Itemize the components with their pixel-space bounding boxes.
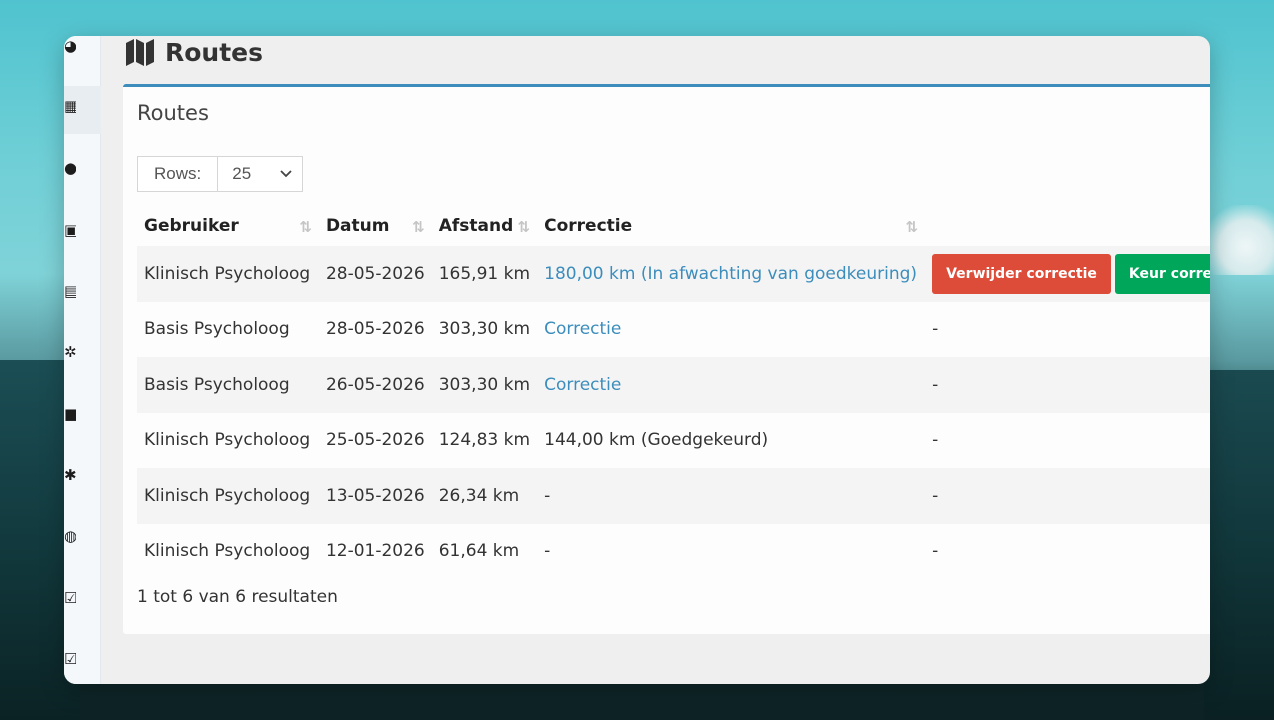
sort-icon: ⇅	[905, 218, 919, 236]
cell-date: 28-05-2026	[318, 246, 432, 302]
table-header-row: Gebruiker ⇅ Datum ⇅ Afstand ⇅ Correctie …	[137, 206, 1210, 246]
chevron-down-icon	[280, 170, 292, 178]
sort-icon: ⇅	[299, 218, 312, 236]
cell-actions: -	[925, 468, 1210, 524]
cell-distance: 165,91 km	[431, 246, 538, 302]
correction-link[interactable]: Correctie	[544, 319, 621, 339]
cell-user: Klinisch Psycholoog	[144, 430, 311, 451]
cell-date: 26-05-2026	[318, 357, 432, 413]
cell-correction: 144,00 km (Goedgekeurd)	[544, 430, 769, 451]
cell-user: Basis Psycholoog	[144, 319, 290, 340]
page-title: Routes	[165, 37, 264, 67]
table-row: Basis Psycholoog 26-05-2026 303,30 km Co…	[137, 357, 1210, 413]
cell-actions: -	[932, 541, 939, 562]
rows-per-page-control: Rows: 25	[137, 156, 304, 192]
id-card-icon[interactable]: ▣	[64, 221, 76, 239]
sidebar: ◕ ▦ ● ▣ ▤ ✲ ■ ✱ ◍ ☑ ☑	[64, 36, 101, 684]
cell-distance: 303,30 km	[438, 319, 531, 340]
column-header-label: Correctie	[544, 216, 633, 236]
cogs-icon[interactable]: ✲	[64, 343, 76, 361]
rows-label: Rows:	[137, 156, 218, 192]
routes-table: Gebruiker ⇅ Datum ⇅ Afstand ⇅ Correctie …	[137, 206, 1210, 579]
correction-link[interactable]: Correctie	[544, 375, 621, 395]
main-content: Routes Routes Rows: 25 Gebruiker ⇅ Datum…	[101, 36, 1210, 684]
column-header-correctie[interactable]: Correctie ⇅	[537, 206, 925, 246]
cell-actions: Verwijder correctie Keur corre	[925, 246, 1210, 302]
cell-date: 28-05-2026	[325, 319, 425, 340]
cell-actions: -	[932, 319, 939, 340]
background-cloud	[1204, 205, 1274, 275]
sort-icon: ⇅	[412, 218, 425, 236]
cell-date: 25-05-2026	[325, 430, 425, 451]
cell-correction: 180,00 km (In afwachting van goedkeuring…	[537, 246, 926, 302]
cell-actions: -	[932, 430, 939, 451]
column-header-afstand[interactable]: Afstand ⇅	[432, 206, 537, 246]
dashboard-icon[interactable]: ◕	[64, 37, 76, 55]
column-header-label: Afstand	[438, 216, 514, 236]
column-header-label: Datum	[325, 216, 390, 236]
cell-user: Klinisch Psycholoog	[144, 541, 311, 562]
cell-date: 13-05-2026	[318, 468, 432, 524]
cell-correction: Correctie	[537, 357, 926, 413]
page-header: Routes	[125, 36, 263, 68]
gear-icon[interactable]: ✱	[64, 466, 76, 484]
table-row: Basis Psycholoog 28-05-2026 303,30 km Co…	[137, 302, 1210, 358]
delete-correction-button[interactable]: Verwijder correctie	[932, 253, 1111, 294]
card-title: Routes	[137, 101, 209, 125]
column-header-actions	[925, 206, 1210, 246]
rows-select[interactable]: 25	[217, 156, 304, 192]
truck-icon[interactable]: ■	[64, 405, 76, 423]
cell-distance: 303,30 km	[431, 357, 538, 413]
cell-correction: -	[544, 541, 551, 562]
background-mountain-right	[1204, 370, 1274, 720]
routes-card: Routes Rows: 25 Gebruiker ⇅ Datum ⇅ Afst…	[123, 84, 1210, 634]
cell-distance: 61,64 km	[438, 541, 520, 562]
sort-icon: ⇅	[517, 218, 531, 236]
result-count: 1 tot 6 van 6 resultaten	[137, 587, 338, 607]
approve-correction-button[interactable]: Keur corre	[1114, 253, 1210, 294]
column-header-gebruiker[interactable]: Gebruiker ⇅	[137, 206, 319, 246]
cell-date: 12-01-2026	[325, 541, 425, 562]
cell-correction: Correctie	[537, 302, 925, 358]
map-icon	[126, 39, 154, 66]
cell-correction: -	[537, 468, 926, 524]
column-header-label: Gebruiker	[144, 216, 239, 236]
cell-distance: 26,34 km	[431, 468, 538, 524]
checkbox-icon[interactable]: ☑	[64, 589, 76, 607]
column-header-datum[interactable]: Datum ⇅	[319, 206, 432, 246]
rows-select-value: 25	[232, 164, 252, 183]
table-row: Klinisch Psycholoog 25-05-2026 124,83 km…	[137, 413, 1210, 469]
cell-actions: -	[925, 357, 1210, 413]
cell-user: Basis Psycholoog	[137, 357, 319, 413]
cell-user: Klinisch Psycholoog	[137, 468, 319, 524]
cell-user: Klinisch Psycholoog	[137, 246, 319, 302]
users-icon[interactable]: ●	[64, 159, 76, 177]
globe-icon[interactable]: ◍	[64, 527, 76, 545]
table-row: Klinisch Psycholoog 13-05-2026 26,34 km …	[137, 468, 1210, 524]
calendar-icon[interactable]: ▦	[64, 97, 76, 115]
checkbox-icon[interactable]: ☑	[64, 650, 76, 668]
book-icon[interactable]: ▤	[64, 282, 76, 300]
correction-link[interactable]: 180,00 km (In afwachting van goedkeuring…	[544, 264, 917, 284]
table-row: Klinisch Psycholoog 12-01-2026 61,64 km …	[137, 524, 1210, 580]
table-row: Klinisch Psycholoog 28-05-2026 165,91 km…	[137, 246, 1210, 302]
app-window: ◕ ▦ ● ▣ ▤ ✲ ■ ✱ ◍ ☑ ☑ Routes Routes Rows…	[64, 36, 1210, 684]
cell-distance: 124,83 km	[438, 430, 531, 451]
